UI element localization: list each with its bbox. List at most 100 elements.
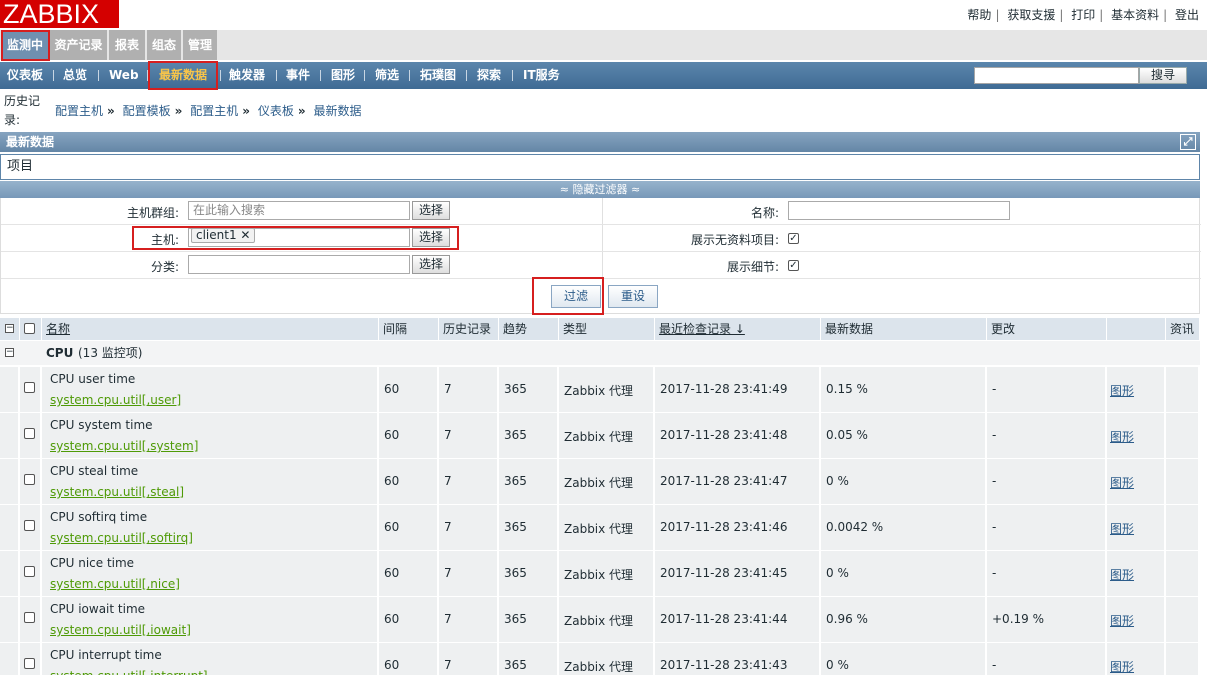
lastvalue-value: 0.0042 % xyxy=(826,520,884,534)
row-checkbox[interactable] xyxy=(24,566,35,577)
submenu-dashboard[interactable]: 仪表板 xyxy=(7,62,43,89)
submenu-events[interactable]: 事件 xyxy=(286,62,310,89)
cell-type: Zabbix 代理 xyxy=(559,367,655,412)
filter-button[interactable]: 过滤 xyxy=(551,285,601,308)
crumb-dashboard[interactable]: 仪表板 xyxy=(258,104,294,118)
application-select-button[interactable]: 选择 xyxy=(412,255,450,274)
trends-value: 365 xyxy=(504,428,527,442)
history-value: 7 xyxy=(444,474,452,488)
graph-link[interactable]: 图形 xyxy=(1110,658,1134,675)
type-value: Zabbix 代理 xyxy=(564,384,634,398)
row-checkbox[interactable] xyxy=(24,382,35,393)
collapse-all-header[interactable]: − xyxy=(0,318,20,340)
graph-link[interactable]: 图形 xyxy=(1110,428,1134,445)
table-row: CPU steal time system.cpu.util[,steal] 60 7… xyxy=(0,459,1200,504)
submenu-web[interactable]: Web xyxy=(109,62,139,89)
graph-link[interactable]: 图形 xyxy=(1110,382,1134,399)
history-value: 7 xyxy=(444,382,452,396)
logout-link[interactable]: 登出 xyxy=(1175,8,1199,22)
print-link[interactable]: 打印 xyxy=(1071,8,1095,22)
graph-link[interactable]: 图形 xyxy=(1110,612,1134,629)
submenu-graphs[interactable]: 图形 xyxy=(331,62,355,89)
application-input[interactable] xyxy=(188,255,410,274)
group-collapse-icon[interactable]: − xyxy=(5,348,14,357)
menu-separator xyxy=(320,70,321,81)
menu-monitoring[interactable]: 监测中 xyxy=(2,30,48,60)
item-key-link[interactable]: system.cpu.util[,system] xyxy=(50,439,198,453)
submenu-it-services[interactable]: IT服务 xyxy=(523,62,560,89)
reset-button[interactable]: 重设 xyxy=(608,285,658,308)
menu-separator xyxy=(98,70,99,81)
row-checkbox[interactable] xyxy=(24,428,35,439)
row-checkbox[interactable] xyxy=(24,474,35,485)
item-key-link[interactable]: system.cpu.util[,softirq] xyxy=(50,531,193,545)
history-value: 7 xyxy=(444,520,452,534)
item-key-link[interactable]: system.cpu.util[,nice] xyxy=(50,577,180,591)
submenu-maps[interactable]: 拓璞图 xyxy=(420,62,456,89)
application-label: 分类: xyxy=(150,260,179,274)
menu-administration[interactable]: 管理 xyxy=(183,30,217,60)
item-key-link[interactable]: system.cpu.util[,steal] xyxy=(50,485,184,499)
profile-link[interactable]: 基本资料 xyxy=(1111,8,1159,22)
name-input[interactable] xyxy=(788,201,1010,220)
submenu-screens[interactable]: 筛选 xyxy=(375,62,399,89)
row-checkbox-cell xyxy=(20,459,42,504)
help-link[interactable]: 帮助 xyxy=(967,8,991,22)
change-value: - xyxy=(992,428,997,442)
support-link[interactable]: 获取支援 xyxy=(1007,8,1055,22)
row-checkbox[interactable] xyxy=(24,612,35,623)
host-select-button[interactable]: 选择 xyxy=(412,228,450,247)
col-name[interactable]: 名称 xyxy=(42,318,379,340)
cell-info xyxy=(1166,459,1200,504)
crumb-templates[interactable]: 配置模板 xyxy=(123,104,171,118)
col-interval: 间隔 xyxy=(379,318,439,340)
zabbix-logo[interactable]: ZABBIX xyxy=(0,0,119,28)
item-key-link[interactable]: system.cpu.util[,iowait] xyxy=(50,623,191,637)
menu-configuration[interactable]: 组态 xyxy=(147,30,181,60)
lastcheck-value: 2017-11-28 23:41:48 xyxy=(660,428,788,442)
hostgroup-select-button[interactable]: 选择 xyxy=(412,201,450,220)
graph-link[interactable]: 图形 xyxy=(1110,566,1134,583)
graph-link[interactable]: 图形 xyxy=(1110,474,1134,491)
cell-graph: 图形 xyxy=(1107,597,1166,642)
group-row-cpu[interactable]: − CPU (13 监控项) xyxy=(0,341,1200,365)
row-checkbox[interactable] xyxy=(24,520,35,531)
show-no-data-checkbox[interactable]: ✓ xyxy=(788,233,799,244)
search-button[interactable]: 搜寻 xyxy=(1139,67,1187,84)
menu-inventory[interactable]: 资产记录 xyxy=(50,30,107,60)
search-input[interactable] xyxy=(974,67,1139,84)
section-title: 最新数据 xyxy=(6,135,55,149)
graph-link[interactable]: 图形 xyxy=(1110,520,1134,537)
filter-toggle[interactable]: ≈ 隐藏过滤器 ≈ xyxy=(0,181,1200,198)
show-details-checkbox[interactable]: ✓ xyxy=(788,260,799,271)
cell-change: - xyxy=(987,505,1107,550)
crumb-hosts-2[interactable]: 配置主机 xyxy=(190,104,238,118)
col-type: 类型 xyxy=(559,318,655,340)
cell-type: Zabbix 代理 xyxy=(559,597,655,642)
item-key-link[interactable]: system.cpu.util[,interrupt] xyxy=(50,669,208,675)
row-checkbox[interactable] xyxy=(24,658,35,669)
col-lastcheck[interactable]: 最近检查记录 ↓ xyxy=(655,318,821,340)
submenu-triggers[interactable]: 触发器 xyxy=(229,62,265,89)
cell-info xyxy=(1166,643,1200,675)
change-value: +0.19 % xyxy=(992,612,1044,626)
crumb-hosts[interactable]: 配置主机 xyxy=(55,104,103,118)
interval-value: 60 xyxy=(384,658,400,672)
lastvalue-value: 0.96 % xyxy=(826,612,868,626)
item-key-link[interactable]: system.cpu.util[,user] xyxy=(50,393,181,407)
cell-change: +0.19 % xyxy=(987,597,1107,642)
menu-reports[interactable]: 报表 xyxy=(109,30,145,60)
fullscreen-icon[interactable]: ⤢ xyxy=(1180,134,1196,150)
hostgroup-input[interactable]: 在此输入搜索 xyxy=(188,201,410,220)
change-value: - xyxy=(992,566,997,580)
cell-history: 7 xyxy=(439,643,499,675)
host-chip-client1[interactable]: client1 ✕ xyxy=(191,228,256,243)
cell-type: Zabbix 代理 xyxy=(559,459,655,504)
select-all-header[interactable] xyxy=(20,318,42,340)
crumb-latest-data[interactable]: 最新数据 xyxy=(313,104,361,118)
show-no-data-label: 展示无资料项目: xyxy=(690,233,779,247)
submenu-overview[interactable]: 总览 xyxy=(63,62,87,89)
submenu-latest-data[interactable]: 最新数据 xyxy=(159,62,207,89)
submenu-discovery[interactable]: 探索 xyxy=(477,62,501,89)
interval-value: 60 xyxy=(384,520,400,534)
